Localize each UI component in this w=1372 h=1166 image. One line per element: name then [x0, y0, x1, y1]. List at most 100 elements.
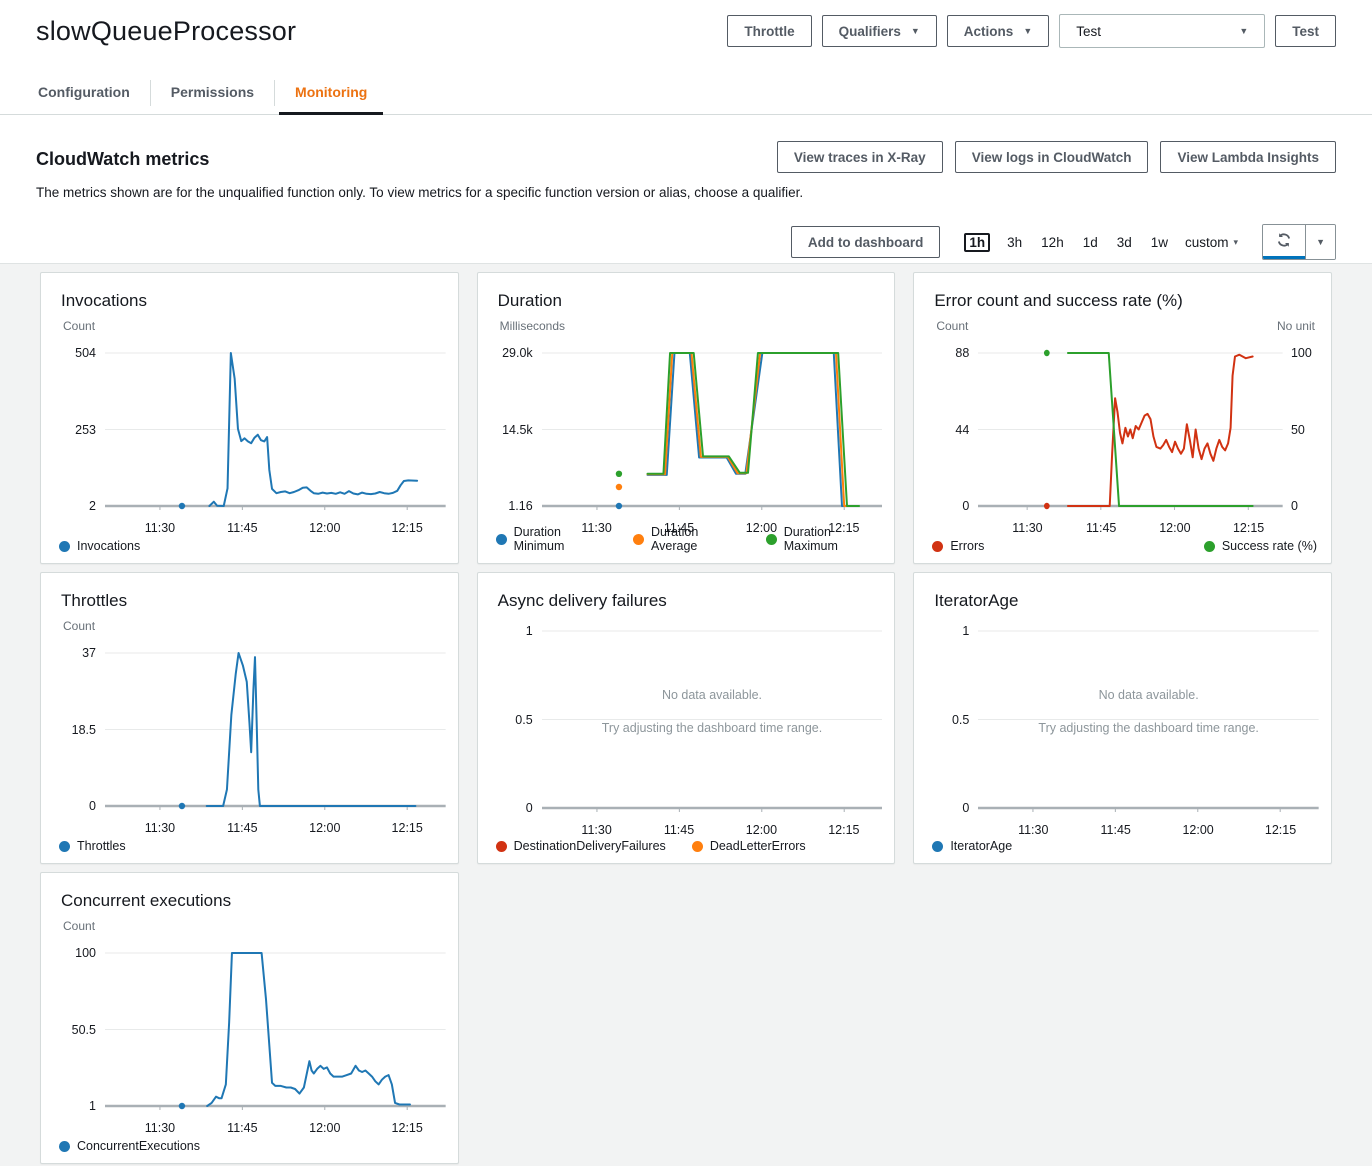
legend-label: IteratorAge [950, 839, 1012, 853]
y-axis-ticks: 10.50 [496, 619, 542, 817]
y-tick-label: 0 [962, 801, 969, 815]
right-axis-unit-label: No unit [1277, 319, 1315, 341]
add-to-dashboard-button[interactable]: Add to dashboard [791, 226, 941, 258]
y-tick-label: 100 [1291, 346, 1312, 360]
time-range-12h[interactable]: 12h [1039, 234, 1066, 251]
tab-configuration[interactable]: Configuration [20, 72, 148, 114]
time-range-3d[interactable]: 3d [1115, 234, 1134, 251]
legend-label: Duration Minimum [514, 525, 607, 553]
throttle-button[interactable]: Throttle [727, 15, 811, 47]
lambda-function-monitoring-page: slowQueueProcessor Throttle Qualifiers▼ … [0, 0, 1372, 1166]
left-axis-unit-label: Count [63, 919, 95, 941]
chart-title-async-delivery-failures: Async delivery failures [498, 591, 883, 611]
y-tick-label: 504 [75, 346, 96, 360]
charts-area: InvocationsCount504253211:3011:4512:0012… [0, 264, 1372, 1166]
qualifiers-button[interactable]: Qualifiers▼ [822, 15, 937, 47]
legend-swatch [633, 534, 644, 545]
legend-throttles: Throttles [59, 839, 444, 853]
legend-iterator-age: IteratorAge [932, 839, 1317, 853]
cloudwatch-metrics-section: CloudWatch metrics View traces in X-Ray … [0, 115, 1372, 200]
left-axis-unit-label: Count [63, 319, 95, 341]
time-range-custom[interactable]: custom▾ [1185, 235, 1238, 250]
x-axis-ticks: 11:3011:4512:0012:15 [978, 515, 1283, 531]
test-event-select[interactable]: Test ▼ [1059, 14, 1265, 48]
x-tick-label: 12:00 [309, 1121, 340, 1135]
section-buttons: View traces in X-Ray View logs in CloudW… [777, 141, 1336, 173]
refresh-options-button[interactable]: ▼ [1306, 225, 1335, 259]
legend-swatch [1204, 541, 1215, 552]
x-tick-label: 11:30 [145, 521, 175, 535]
chevron-down-icon: ▼ [1023, 27, 1032, 36]
chevron-down-icon: ▼ [1239, 27, 1248, 36]
time-range-1h[interactable]: 1h [964, 233, 990, 252]
view-logs-cloudwatch-button[interactable]: View logs in CloudWatch [955, 141, 1149, 173]
plot-row: 8844011:3011:4512:0012:15100500 [932, 341, 1319, 515]
legend-item-invocations: Invocations [59, 539, 140, 553]
axis-unit-row: Count [63, 919, 442, 941]
chart-title-concurrent-executions: Concurrent executions [61, 891, 446, 911]
actions-button-label: Actions [964, 24, 1014, 39]
legend-swatch [932, 841, 943, 852]
plot-row: 10.50No data available.Try adjusting the… [496, 619, 883, 817]
tab-separator [150, 80, 151, 106]
y-tick-label: 1 [962, 624, 969, 638]
chart-title-iterator-age: IteratorAge [934, 591, 1319, 611]
tab-monitoring[interactable]: Monitoring [277, 72, 385, 114]
time-range-1w[interactable]: 1w [1149, 234, 1170, 251]
chart-card-invocations: InvocationsCount504253211:3011:4512:0012… [40, 272, 459, 564]
legend-item-success-rate-: Success rate (%) [1204, 539, 1317, 553]
y-tick-label: 253 [75, 423, 96, 437]
y-tick-label: 18.5 [72, 723, 96, 737]
y-axis-ticks: 5042532 [59, 341, 105, 515]
x-tick-label: 11:30 [145, 1121, 175, 1135]
x-tick-label: 12:00 [746, 823, 777, 837]
time-range-1d[interactable]: 1d [1081, 234, 1100, 251]
test-button[interactable]: Test [1275, 15, 1336, 47]
chart-card-iterator-age: IteratorAge10.50No data available.Try ad… [913, 572, 1332, 864]
legend-label: Success rate (%) [1222, 539, 1317, 553]
chevron-down-icon: ▼ [911, 27, 920, 36]
right-y-axis-ticks: 100500 [1283, 341, 1319, 515]
top-panel: slowQueueProcessor Throttle Qualifiers▼ … [0, 0, 1372, 264]
plot-error-count-success-rate: 11:3011:4512:0012:15 [978, 341, 1283, 515]
tab-permissions[interactable]: Permissions [153, 72, 272, 114]
x-tick-label: 11:45 [227, 1121, 257, 1135]
time-range-selector: 1h 3h 12h 1d 3d 1w custom▾ [964, 233, 1238, 252]
y-tick-label: 50.5 [72, 1023, 96, 1037]
legend-swatch [496, 841, 507, 852]
page-title: slowQueueProcessor [36, 16, 296, 47]
metrics-toolbar: Add to dashboard 1h 3h 12h 1d 3d 1w cust… [0, 224, 1372, 264]
y-tick-label: 1 [526, 624, 533, 638]
chart-title-duration: Duration [498, 291, 883, 311]
chart-card-async-delivery-failures: Async delivery failures 10.50No data avai… [477, 572, 896, 864]
legend-item-destinationdeliveryfailures: DestinationDeliveryFailures [496, 839, 666, 853]
y-tick-label: 1 [89, 1099, 96, 1113]
test-event-selected-value: Test [1076, 24, 1101, 39]
y-tick-label: 0 [1291, 499, 1298, 513]
chart-title-error-count-success-rate: Error count and success rate (%) [934, 291, 1319, 311]
test-button-label: Test [1292, 24, 1319, 39]
y-axis-ticks: 29.0k14.5k1.16 [496, 341, 542, 515]
x-tick-label: 11:45 [227, 821, 257, 835]
view-lambda-insights-label: View Lambda Insights [1177, 150, 1319, 165]
y-tick-label: 0.5 [952, 713, 969, 727]
refresh-control: ▼ [1262, 224, 1336, 260]
y-tick-label: 44 [955, 423, 969, 437]
time-range-3h[interactable]: 3h [1005, 234, 1024, 251]
view-lambda-insights-button[interactable]: View Lambda Insights [1160, 141, 1336, 173]
plot-row: 10050.5111:3011:4512:0012:15 [59, 941, 446, 1115]
x-tick-label: 12:15 [828, 823, 859, 837]
legend-item-errors: Errors [932, 539, 984, 553]
no-data-hint: Try adjusting the dashboard time range. [978, 721, 1319, 735]
legend-item-deadlettererrors: DeadLetterErrors [692, 839, 806, 853]
refresh-button[interactable] [1263, 225, 1306, 259]
plot-row: 10.50No data available.Try adjusting the… [932, 619, 1319, 817]
x-tick-label: 12:15 [1233, 521, 1264, 535]
page-header: slowQueueProcessor Throttle Qualifiers▼ … [0, 0, 1372, 48]
legend-swatch [59, 1141, 70, 1152]
x-tick-label: 11:30 [1012, 521, 1042, 535]
view-traces-xray-button[interactable]: View traces in X-Ray [777, 141, 943, 173]
x-tick-label: 12:00 [309, 521, 340, 535]
y-tick-label: 0 [962, 499, 969, 513]
actions-button[interactable]: Actions ▼ [947, 15, 1049, 47]
